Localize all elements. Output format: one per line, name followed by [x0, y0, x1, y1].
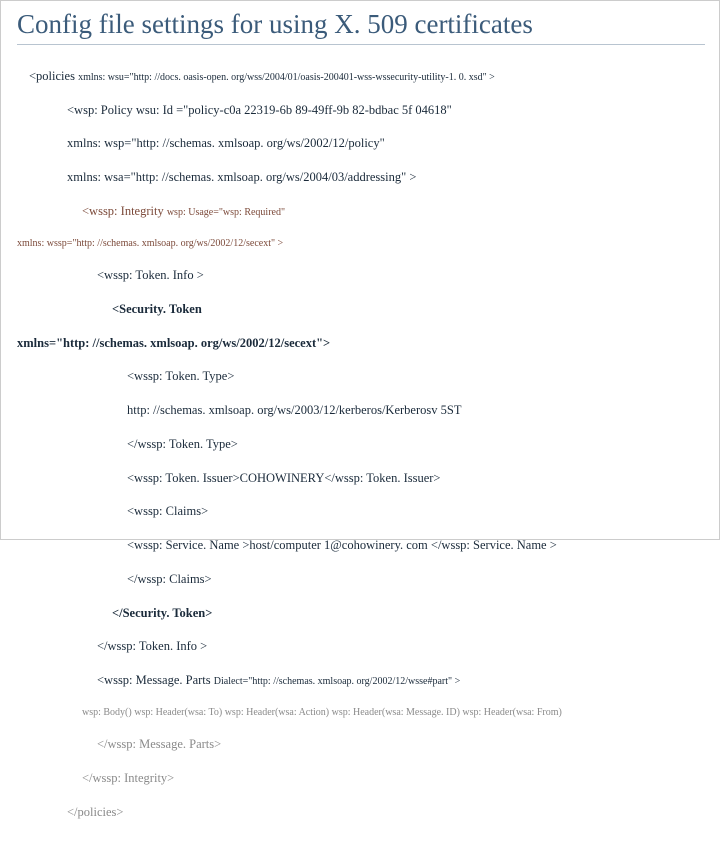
wsp-policy-line1: <wsp: Policy wsu: Id ="policy-c0a 22319-…: [17, 102, 705, 119]
integrity-close: </wssp: Integrity>: [17, 770, 705, 787]
integrity-open: <wssp: Integrity: [82, 204, 167, 218]
code-block: <policies xmlns: wsu="http: //docs. oasi…: [17, 51, 705, 854]
wsp-policy-line2: xmlns: wsp="http: //schemas. xmlsoap. or…: [17, 135, 705, 152]
claims-close: </wssp: Claims>: [17, 571, 705, 588]
securitytoken-ns: xmlns="http: //schemas. xmlsoap. org/ws/…: [17, 335, 705, 352]
tokentype-value: http: //schemas. xmlsoap. org/ws/2003/12…: [17, 402, 705, 419]
token-issuer: <wssp: Token. Issuer>COHOWINERY</wssp: T…: [17, 470, 705, 487]
policies-open: <policies: [29, 69, 78, 83]
messageparts-body: wsp: Body() wsp: Header(wsa: To) wsp: He…: [17, 706, 705, 720]
securitytoken-close: </Security. Token>: [17, 605, 705, 622]
wsp-policy-line3: xmlns: wsa="http: //schemas. xmlsoap. or…: [17, 169, 705, 186]
integrity-ns: xmlns: wssp="http: //schemas. xmlsoap. o…: [17, 237, 705, 251]
policies-close: </policies>: [17, 804, 705, 821]
securitytoken-open: <Security. Token: [17, 301, 705, 318]
integrity-attr: wsp: Usage="wsp: Required": [167, 207, 285, 218]
policies-ns: xmlns: wsu="http: //docs. oasis-open. or…: [78, 72, 495, 83]
messageparts-open: <wssp: Message. Parts: [97, 673, 214, 687]
messageparts-close: </wssp: Message. Parts>: [17, 736, 705, 753]
tokentype-close: </wssp: Token. Type>: [17, 436, 705, 453]
claims-open: <wssp: Claims>: [17, 503, 705, 520]
slide-title: Config file settings for using X. 509 ce…: [17, 9, 705, 45]
tokeninfo-close: </wssp: Token. Info >: [17, 638, 705, 655]
tokentype-open: <wssp: Token. Type>: [17, 368, 705, 385]
tokeninfo-open: <wssp: Token. Info >: [17, 267, 705, 284]
slide: Config file settings for using X. 509 ce…: [1, 1, 720, 541]
messageparts-attr: Dialect="http: //schemas. xmlsoap. org/2…: [214, 676, 460, 687]
